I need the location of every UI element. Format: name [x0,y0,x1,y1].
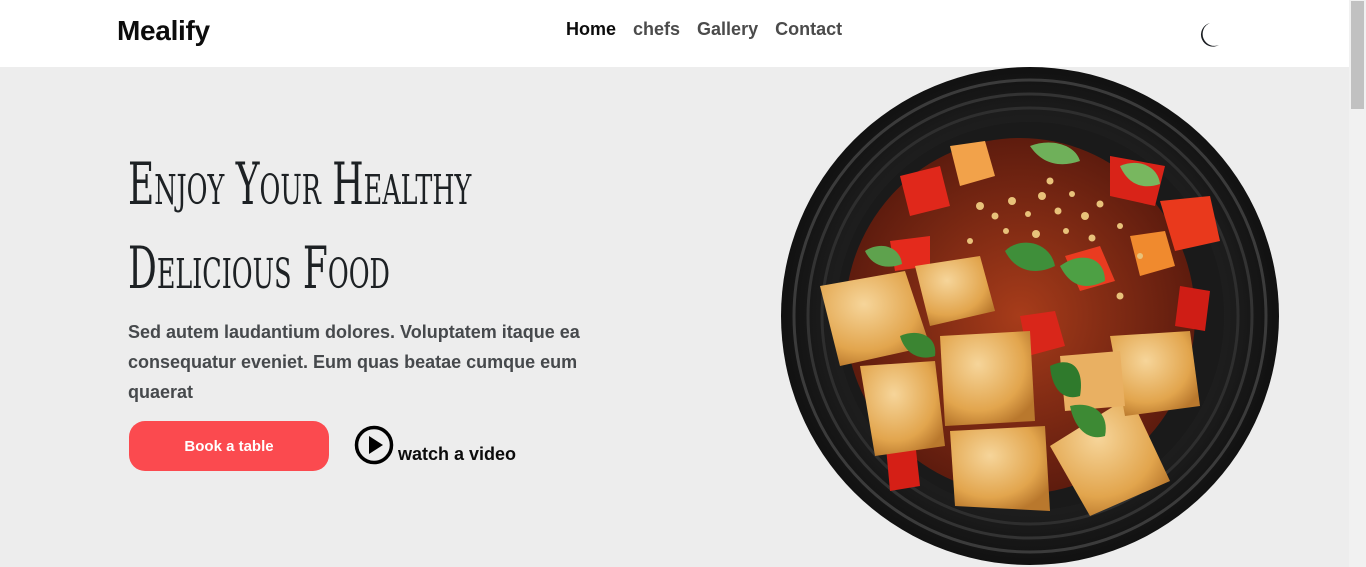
nav-link-home[interactable]: Home [566,19,616,40]
nav-link-contact[interactable]: Contact [775,19,842,40]
nav-link-chefs[interactable]: chefs [633,19,680,40]
site-header: Mealify Home chefs Gallery Contact [0,0,1349,67]
watch-video-link[interactable]: watch a video [354,424,516,466]
moon-icon [1200,23,1219,47]
watch-video-label: watch a video [398,444,517,464]
nav-link-gallery[interactable]: Gallery [697,19,758,40]
hero-title: Enjoy Your Healthy Delicious Food [128,142,472,310]
main-nav: Home chefs Gallery Contact [566,19,842,40]
page-scrollbar[interactable] [1349,0,1366,567]
book-table-button[interactable]: Book a table [129,421,329,471]
brand-logo[interactable]: Mealify [117,15,210,47]
theme-toggle-button[interactable] [1192,20,1220,50]
food-plate-image [781,67,1279,565]
hero-title-line1: Enjoy Your Healthy [128,150,472,218]
scrollbar-thumb[interactable] [1351,1,1364,109]
hero-title-line2: Delicious Food [128,234,390,302]
hero-description: Sed autem laudantium dolores. Voluptatem… [128,322,580,402]
play-circle-icon [354,425,394,465]
